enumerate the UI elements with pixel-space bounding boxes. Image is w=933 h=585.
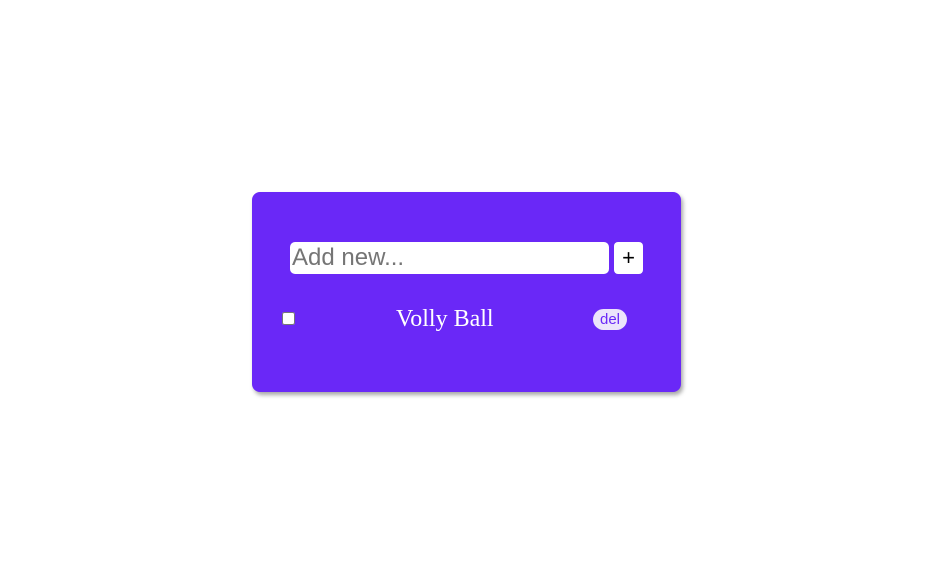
todo-label: Volly Ball: [396, 306, 494, 332]
todo-complete-checkbox[interactable]: [282, 312, 295, 325]
delete-todo-button[interactable]: del: [593, 309, 628, 330]
add-todo-button[interactable]: +: [614, 242, 643, 274]
todo-item: Volly Ball del: [282, 304, 637, 334]
new-todo-input[interactable]: [290, 242, 609, 274]
add-todo-form: +: [290, 242, 643, 274]
todo-card: + Volly Ball del: [252, 192, 681, 392]
